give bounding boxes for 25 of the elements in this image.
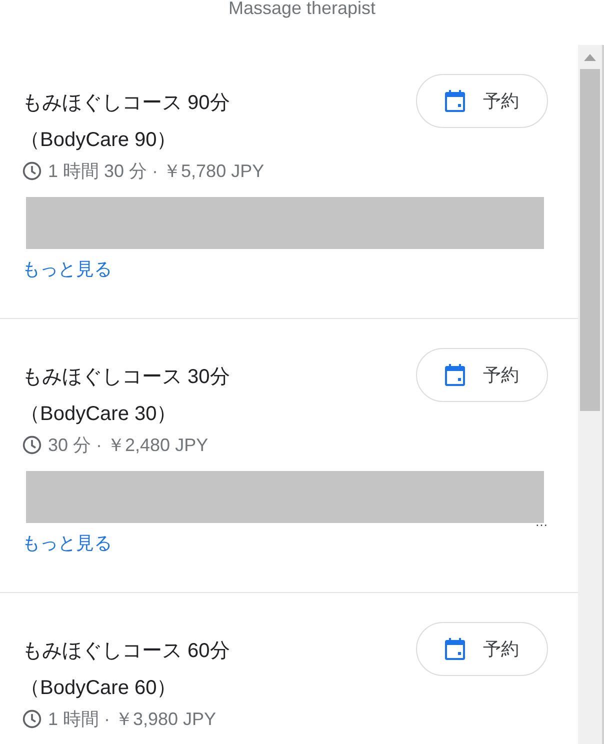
duration-price: 1 時間 · ￥3,980 JPY [48,708,216,731]
ellipsis-text: … [535,515,548,529]
more-link[interactable]: もっと見る [22,531,112,555]
service-title: もみほぐしコース 30分 [22,365,230,390]
service-subtitle: （BodyCare 30） [20,402,178,427]
calendar-icon [445,364,465,386]
more-link[interactable]: もっと見る [22,257,112,281]
scrollbar[interactable] [578,45,604,744]
calendar-icon [445,638,465,660]
service-title: もみほぐしコース 60分 [22,639,230,664]
scroll-thumb[interactable] [580,69,600,411]
service-subtitle: （BodyCare 90） [20,128,178,153]
duration-price: 30 分 · ￥2,480 JPY [48,434,208,457]
scroll-up-icon[interactable] [584,54,596,60]
book-button[interactable]: 予約 [416,74,548,128]
clock-icon [22,709,42,729]
book-button[interactable]: 予約 [416,348,548,402]
service-title: もみほぐしコース 90分 [22,91,230,116]
calendar-icon [445,90,465,112]
service-subtitle: （BodyCare 60） [20,676,178,701]
book-button[interactable]: 予約 [416,622,548,676]
panel-title: Massage therapist [228,0,376,20]
duration-price: 1 時間 30 分 · ￥5,780 JPY [48,160,264,183]
clock-icon [22,161,42,181]
clock-icon [22,435,42,455]
